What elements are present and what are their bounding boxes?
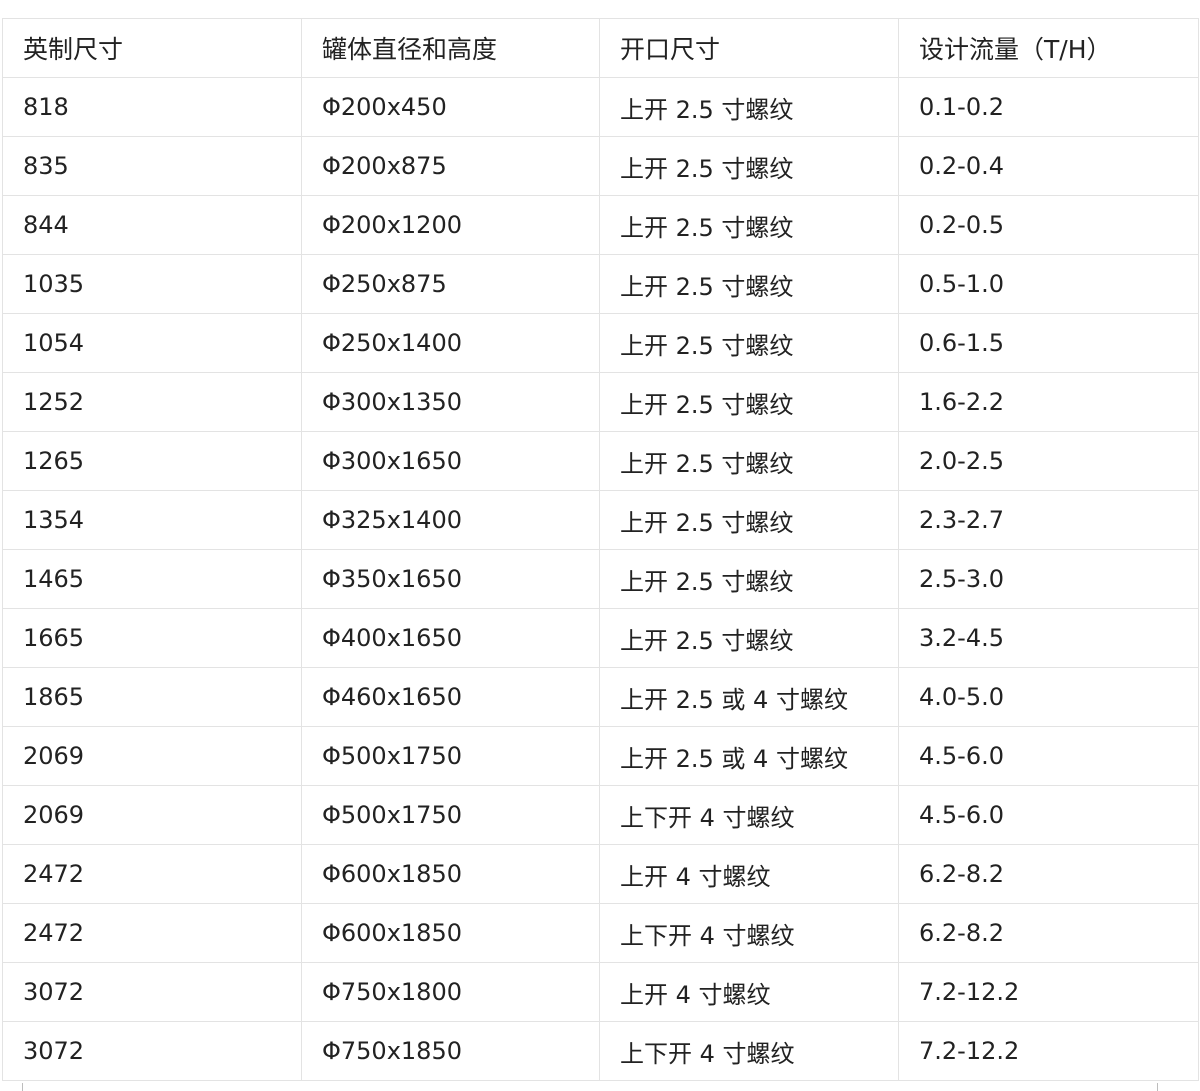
cell-design-flow: 4.0-5.0 (898, 667, 1199, 727)
table-row: 818 Φ200x450 上开 2.5 寸螺纹 0.1-0.2 (2, 77, 1199, 137)
cell-opening-size: 上开 2.5 或 4 寸螺纹 (599, 726, 899, 786)
header-imperial-size: 英制尺寸 (2, 18, 302, 78)
table-row: 1252 Φ300x1350 上开 2.5 寸螺纹 1.6-2.2 (2, 372, 1199, 432)
table-row: 2472 Φ600x1850 上下开 4 寸螺纹 6.2-8.2 (2, 903, 1199, 963)
cell-design-flow: 2.0-2.5 (898, 431, 1199, 491)
cell-imperial-size: 1035 (2, 254, 302, 314)
header-row: 英制尺寸 罐体直径和高度 开口尺寸 设计流量（T/H） (2, 18, 1199, 78)
cell-opening-size: 上开 4 寸螺纹 (599, 844, 899, 904)
header-tank-diameter-height: 罐体直径和高度 (301, 18, 600, 78)
cell-tank-diameter-height: Φ250x1400 (301, 313, 600, 373)
cell-imperial-size: 2069 (2, 726, 302, 786)
cell-imperial-size: 2069 (2, 785, 302, 845)
cell-imperial-size: 1265 (2, 431, 302, 491)
cell-tank-diameter-height: Φ325x1400 (301, 490, 600, 550)
table-header: 英制尺寸 罐体直径和高度 开口尺寸 设计流量（T/H） (2, 18, 1199, 78)
cell-design-flow: 3.2-4.5 (898, 608, 1199, 668)
cell-opening-size: 上开 2.5 寸螺纹 (599, 372, 899, 432)
cell-design-flow: 1.6-2.2 (898, 372, 1199, 432)
cell-opening-size: 上开 4 寸螺纹 (599, 962, 899, 1022)
table-row: 1865 Φ460x1650 上开 2.5 或 4 寸螺纹 4.0-5.0 (2, 667, 1199, 727)
table-row: 2472 Φ600x1850 上开 4 寸螺纹 6.2-8.2 (2, 844, 1199, 904)
table-row: 3072 Φ750x1850 上下开 4 寸螺纹 7.2-12.2 (2, 1021, 1199, 1081)
cell-opening-size: 上开 2.5 寸螺纹 (599, 608, 899, 668)
cell-tank-diameter-height: Φ200x1200 (301, 195, 600, 255)
cell-opening-size: 上开 2.5 寸螺纹 (599, 549, 899, 609)
cell-tank-diameter-height: Φ200x450 (301, 77, 600, 137)
cell-tank-diameter-height: Φ600x1850 (301, 844, 600, 904)
cell-opening-size: 上开 2.5 寸螺纹 (599, 490, 899, 550)
table-row: 1665 Φ400x1650 上开 2.5 寸螺纹 3.2-4.5 (2, 608, 1199, 668)
cell-opening-size: 上下开 4 寸螺纹 (599, 785, 899, 845)
cell-tank-diameter-height: Φ350x1650 (301, 549, 600, 609)
table-body: 818 Φ200x450 上开 2.5 寸螺纹 0.1-0.2 835 Φ200x875 上… (2, 77, 1199, 1081)
cell-design-flow: 7.2-12.2 (898, 962, 1199, 1022)
cell-imperial-size: 1865 (2, 667, 302, 727)
cell-opening-size: 上开 2.5 或 4 寸螺纹 (599, 667, 899, 727)
cell-design-flow: 0.5-1.0 (898, 254, 1199, 314)
cell-imperial-size: 3072 (2, 1021, 302, 1081)
cell-design-flow: 2.3-2.7 (898, 490, 1199, 550)
cell-tank-diameter-height: Φ500x1750 (301, 726, 600, 786)
page-edge-mark (1157, 1083, 1158, 1091)
cell-opening-size: 上开 2.5 寸螺纹 (599, 431, 899, 491)
cell-tank-diameter-height: Φ460x1650 (301, 667, 600, 727)
cell-design-flow: 0.2-0.5 (898, 195, 1199, 255)
cell-imperial-size: 1465 (2, 549, 302, 609)
cell-opening-size: 上开 2.5 寸螺纹 (599, 195, 899, 255)
cell-opening-size: 上开 2.5 寸螺纹 (599, 77, 899, 137)
table-row: 1054 Φ250x1400 上开 2.5 寸螺纹 0.6-1.5 (2, 313, 1199, 373)
cell-design-flow: 4.5-6.0 (898, 726, 1199, 786)
table-row: 1354 Φ325x1400 上开 2.5 寸螺纹 2.3-2.7 (2, 490, 1199, 550)
cell-design-flow: 7.2-12.2 (898, 1021, 1199, 1081)
cell-design-flow: 0.2-0.4 (898, 136, 1199, 196)
cell-tank-diameter-height: Φ250x875 (301, 254, 600, 314)
table-row: 2069 Φ500x1750 上开 2.5 或 4 寸螺纹 4.5-6.0 (2, 726, 1199, 786)
cell-imperial-size: 1054 (2, 313, 302, 373)
table-row: 1035 Φ250x875 上开 2.5 寸螺纹 0.5-1.0 (2, 254, 1199, 314)
cell-opening-size: 上开 2.5 寸螺纹 (599, 313, 899, 373)
cell-tank-diameter-height: Φ600x1850 (301, 903, 600, 963)
cell-opening-size: 上下开 4 寸螺纹 (599, 1021, 899, 1081)
table-row: 1465 Φ350x1650 上开 2.5 寸螺纹 2.5-3.0 (2, 549, 1199, 609)
table-row: 844 Φ200x1200 上开 2.5 寸螺纹 0.2-0.5 (2, 195, 1199, 255)
cell-imperial-size: 2472 (2, 844, 302, 904)
cell-design-flow: 0.6-1.5 (898, 313, 1199, 373)
table-row: 2069 Φ500x1750 上下开 4 寸螺纹 4.5-6.0 (2, 785, 1199, 845)
header-opening-size: 开口尺寸 (599, 18, 899, 78)
cell-opening-size: 上下开 4 寸螺纹 (599, 903, 899, 963)
cell-design-flow: 6.2-8.2 (898, 903, 1199, 963)
table-row: 835 Φ200x875 上开 2.5 寸螺纹 0.2-0.4 (2, 136, 1199, 196)
header-design-flow: 设计流量（T/H） (898, 18, 1199, 78)
cell-imperial-size: 2472 (2, 903, 302, 963)
cell-design-flow: 4.5-6.0 (898, 785, 1199, 845)
cell-design-flow: 0.1-0.2 (898, 77, 1199, 137)
page-edge-mark (22, 1083, 23, 1091)
cell-tank-diameter-height: Φ750x1850 (301, 1021, 600, 1081)
cell-imperial-size: 1665 (2, 608, 302, 668)
cell-design-flow: 6.2-8.2 (898, 844, 1199, 904)
spec-table-container: 英制尺寸 罐体直径和高度 开口尺寸 设计流量（T/H） 818 Φ200x450 上… (0, 18, 1200, 1081)
cell-opening-size: 上开 2.5 寸螺纹 (599, 136, 899, 196)
cell-imperial-size: 818 (2, 77, 302, 137)
cell-imperial-size: 3072 (2, 962, 302, 1022)
cell-opening-size: 上开 2.5 寸螺纹 (599, 254, 899, 314)
cell-tank-diameter-height: Φ300x1650 (301, 431, 600, 491)
cell-tank-diameter-height: Φ200x875 (301, 136, 600, 196)
cell-imperial-size: 844 (2, 195, 302, 255)
cell-imperial-size: 1252 (2, 372, 302, 432)
cell-tank-diameter-height: Φ300x1350 (301, 372, 600, 432)
cell-tank-diameter-height: Φ400x1650 (301, 608, 600, 668)
cell-tank-diameter-height: Φ750x1800 (301, 962, 600, 1022)
cell-imperial-size: 835 (2, 136, 302, 196)
cell-imperial-size: 1354 (2, 490, 302, 550)
spec-table: 英制尺寸 罐体直径和高度 开口尺寸 设计流量（T/H） 818 Φ200x450 上… (2, 18, 1199, 1081)
cell-tank-diameter-height: Φ500x1750 (301, 785, 600, 845)
table-row: 1265 Φ300x1650 上开 2.5 寸螺纹 2.0-2.5 (2, 431, 1199, 491)
table-row: 3072 Φ750x1800 上开 4 寸螺纹 7.2-12.2 (2, 962, 1199, 1022)
cell-design-flow: 2.5-3.0 (898, 549, 1199, 609)
